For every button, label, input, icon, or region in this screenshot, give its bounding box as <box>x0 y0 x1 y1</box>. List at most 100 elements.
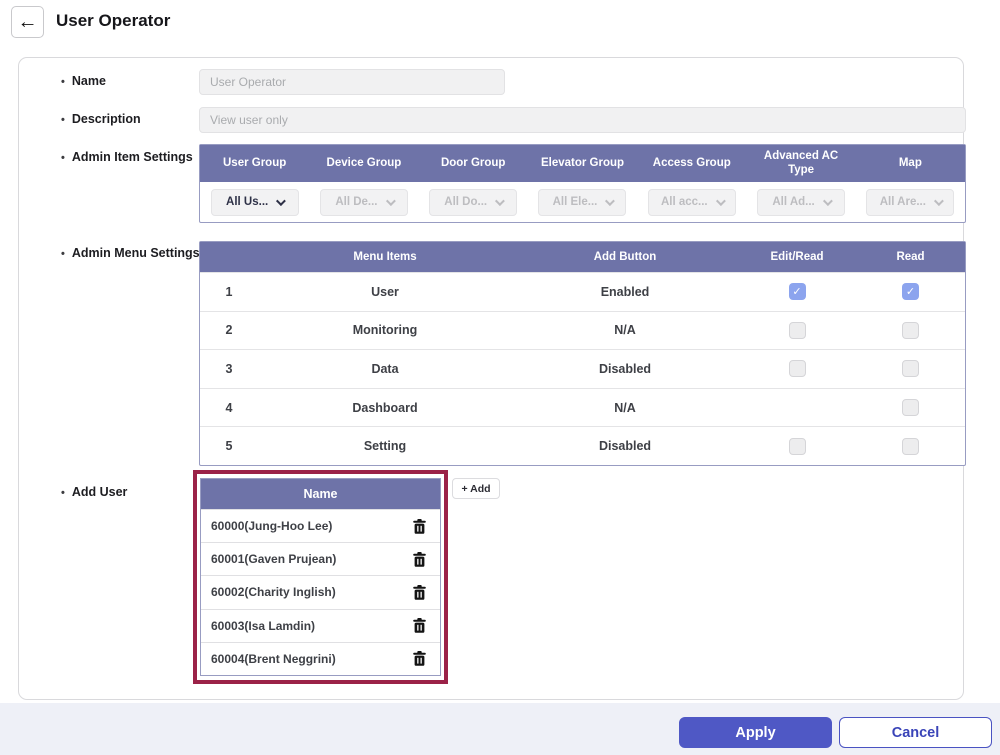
row-number: 3 <box>200 362 258 376</box>
edit-read-checkbox[interactable] <box>789 322 806 339</box>
column-header-door-group: Door Group <box>419 145 528 182</box>
admin-menu-settings-header: Menu Items Add Button Edit/Read Read <box>200 242 965 272</box>
row-number: 4 <box>200 401 258 415</box>
column-header-edit-read: Edit/Read <box>738 251 856 263</box>
add-user-highlight-box: Name 60000(Jung-Hoo Lee) 60001(Gaven Pru… <box>193 470 448 684</box>
name-label: Name <box>61 74 106 88</box>
row-number: 2 <box>200 323 258 337</box>
user-list-item: 60004(Brent Neggrini) <box>201 642 440 675</box>
row-number: 1 <box>200 285 258 299</box>
dropdown-value: All Do... <box>444 196 487 208</box>
read-checkbox[interactable] <box>902 360 919 377</box>
column-header-map: Map <box>856 145 965 182</box>
delete-user-trash-icon[interactable] <box>413 618 426 633</box>
dropdown-value: All Us... <box>226 196 268 208</box>
menu-item-name: Dashboard <box>258 401 512 415</box>
name-input[interactable] <box>199 69 505 95</box>
dropdown-value: All Are... <box>880 196 926 208</box>
admin-menu-settings-label: Admin Menu Settings <box>61 246 200 260</box>
column-header-read: Read <box>856 251 965 263</box>
add-button-status: N/A <box>512 323 738 337</box>
add-button-status: Disabled <box>512 362 738 376</box>
user-name: 60000(Jung-Hoo Lee) <box>211 519 332 533</box>
cancel-button[interactable]: Cancel <box>839 717 992 748</box>
user-name: 60002(Charity Inglish) <box>211 585 336 599</box>
column-header-user-group: User Group <box>200 145 309 182</box>
menu-row-dashboard: 4 Dashboard N/A <box>200 388 965 427</box>
user-name: 60004(Brent Neggrini) <box>211 652 336 666</box>
dropdown-value: All acc... <box>661 196 708 208</box>
add-user-name-header: Name <box>201 479 440 509</box>
dropdown-value: All Ele... <box>553 196 598 208</box>
menu-row-setting: 5 Setting Disabled <box>200 426 965 465</box>
delete-user-trash-icon[interactable] <box>413 651 426 666</box>
map-dropdown[interactable]: All Are... <box>866 189 954 216</box>
menu-row-monitoring: 2 Monitoring N/A <box>200 311 965 350</box>
menu-item-name: User <box>258 285 512 299</box>
edit-read-checkbox[interactable] <box>789 360 806 377</box>
add-button-status: Disabled <box>512 439 738 453</box>
add-user-table: Name 60000(Jung-Hoo Lee) 60001(Gaven Pru… <box>200 478 441 676</box>
dropdown-value: All De... <box>335 196 377 208</box>
main-panel: Name Description Admin Item Settings Use… <box>18 57 964 700</box>
admin-item-settings-label: Admin Item Settings <box>61 150 193 164</box>
door-group-dropdown[interactable]: All Do... <box>429 189 517 216</box>
admin-item-settings-dropdown-row: All Us... All De... All Do... All Ele...… <box>200 182 965 222</box>
chevron-down-icon <box>385 196 395 206</box>
chevron-down-icon <box>276 196 286 206</box>
user-group-dropdown[interactable]: All Us... <box>211 189 299 216</box>
read-checkbox[interactable] <box>902 283 919 300</box>
chevron-down-icon <box>934 196 944 206</box>
row-number: 5 <box>200 439 258 453</box>
back-button[interactable]: ← <box>11 6 44 38</box>
back-arrow-icon: ← <box>18 12 38 32</box>
admin-item-settings-header: User Group Device Group Door Group Eleva… <box>200 145 965 182</box>
column-header-menu-items: Menu Items <box>258 251 512 263</box>
user-list-item: 60000(Jung-Hoo Lee) <box>201 509 440 542</box>
description-label: Description <box>61 112 141 126</box>
description-input[interactable] <box>199 107 966 133</box>
menu-row-user: 1 User Enabled <box>200 272 965 311</box>
column-header-device-group: Device Group <box>309 145 418 182</box>
add-user-label: Add User <box>61 485 127 499</box>
user-name: 60001(Gaven Prujean) <box>211 552 336 566</box>
delete-user-trash-icon[interactable] <box>413 552 426 567</box>
column-header-elevator-group: Elevator Group <box>528 145 637 182</box>
chevron-down-icon <box>605 196 615 206</box>
delete-user-trash-icon[interactable] <box>413 519 426 534</box>
user-operator-page: ← User Operator Name Description Admin I… <box>0 0 1000 755</box>
chevron-down-icon <box>823 196 833 206</box>
user-list-item: 60001(Gaven Prujean) <box>201 542 440 575</box>
menu-item-name: Data <box>258 362 512 376</box>
menu-item-name: Monitoring <box>258 323 512 337</box>
apply-button[interactable]: Apply <box>679 717 832 748</box>
dropdown-value: All Ad... <box>772 196 814 208</box>
add-user-button[interactable]: + Add <box>452 478 500 499</box>
menu-item-name: Setting <box>258 439 512 453</box>
user-list-item: 60002(Charity Inglish) <box>201 575 440 608</box>
admin-item-settings-table: User Group Device Group Door Group Eleva… <box>199 144 966 223</box>
menu-row-data: 3 Data Disabled <box>200 349 965 388</box>
elevator-group-dropdown[interactable]: All Ele... <box>538 189 626 216</box>
footer-bar: Apply Cancel <box>0 703 1000 755</box>
access-group-dropdown[interactable]: All acc... <box>648 189 736 216</box>
column-header-add-button: Add Button <box>512 251 738 263</box>
read-checkbox[interactable] <box>902 399 919 416</box>
edit-read-checkbox[interactable] <box>789 283 806 300</box>
user-name: 60003(Isa Lamdin) <box>211 619 315 633</box>
advanced-ac-type-dropdown[interactable]: All Ad... <box>757 189 845 216</box>
delete-user-trash-icon[interactable] <box>413 585 426 600</box>
add-button-status: N/A <box>512 401 738 415</box>
chevron-down-icon <box>495 196 505 206</box>
device-group-dropdown[interactable]: All De... <box>320 189 408 216</box>
user-list-item: 60003(Isa Lamdin) <box>201 609 440 642</box>
read-checkbox[interactable] <box>902 438 919 455</box>
admin-menu-settings-table: Menu Items Add Button Edit/Read Read 1 U… <box>199 241 966 466</box>
column-header-access-group: Access Group <box>637 145 746 182</box>
read-checkbox[interactable] <box>902 322 919 339</box>
chevron-down-icon <box>716 196 726 206</box>
add-button-status: Enabled <box>512 285 738 299</box>
page-title: User Operator <box>56 11 170 31</box>
edit-read-checkbox[interactable] <box>789 438 806 455</box>
column-header-advanced-ac-type: Advanced AC Type <box>746 145 855 182</box>
